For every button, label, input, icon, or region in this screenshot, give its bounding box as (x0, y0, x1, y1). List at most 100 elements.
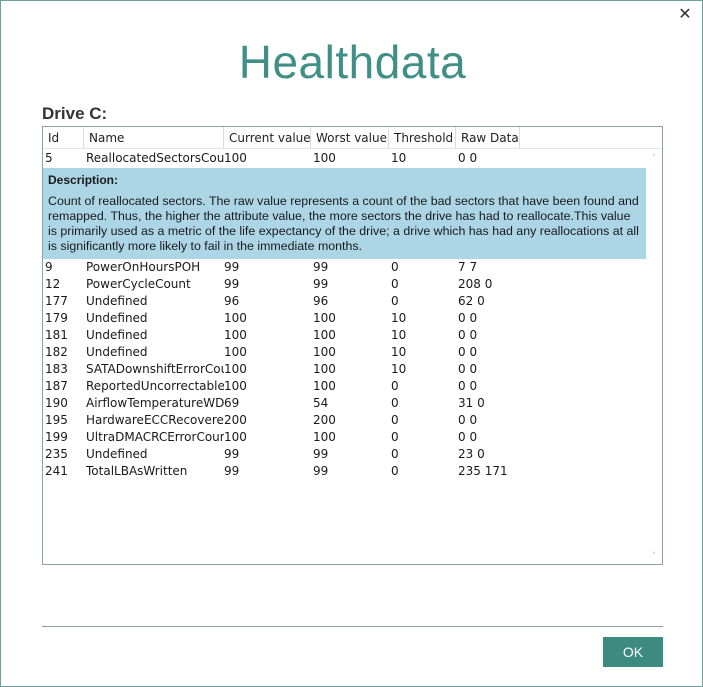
cell-threshold: 10 (391, 362, 407, 376)
column-header-current-value[interactable]: Current value (224, 127, 311, 149)
cell-current-value: 100 (224, 362, 247, 376)
cell-id: 177 (45, 294, 68, 308)
cell-id: 195 (45, 413, 68, 427)
row-description-panel: Description: Count of reallocated sector… (43, 168, 646, 259)
table-row[interactable]: 241 TotalLBAsWritten 99 99 0 235 171 (43, 463, 646, 480)
cell-id: 9 (45, 260, 53, 274)
vertical-scrollbar[interactable]: ˄ ˅ (646, 150, 662, 564)
cell-current-value: 69 (224, 396, 240, 410)
cell-threshold: 10 (391, 311, 407, 325)
cell-id: 182 (45, 345, 68, 359)
cell-threshold: 0 (391, 464, 399, 478)
table-row-selected[interactable]: 5 ReallocatedSectorsCount 100 100 10 0 0 (43, 150, 646, 168)
cell-id: 190 (45, 396, 68, 410)
table-row[interactable]: 181 Undefined 100 100 10 0 0 (43, 327, 646, 344)
column-header-name[interactable]: Name (84, 127, 224, 149)
description-text: Count of reallocated sectors. The raw va… (48, 194, 639, 253)
attribute-rows: 9 PowerOnHoursPOH 99 99 0 7 7 12 PowerCycleCoun… (43, 259, 646, 480)
grid-rows: 5 ReallocatedSectorsCount 100 100 10 0 0… (43, 150, 646, 480)
grid-header: Id Name Current value Worst value Thresh… (43, 127, 662, 149)
cell-threshold: 10 (391, 151, 407, 165)
column-header-id[interactable]: Id (43, 127, 84, 149)
table-row[interactable]: 9 PowerOnHoursPOH 99 99 0 7 7 (43, 259, 646, 276)
cell-id: 199 (45, 430, 68, 444)
cell-threshold: 0 (391, 430, 399, 444)
drive-label: Drive C: (42, 104, 108, 123)
cell-raw-data: 235 171 (458, 464, 508, 478)
cell-name: PowerCycleCount (86, 277, 191, 291)
cell-raw-data: 23 0 (458, 447, 485, 461)
cell-raw-data: 62 0 (458, 294, 485, 308)
cell-name: AirflowTemperatureWDC (86, 396, 224, 410)
cell-name: ReallocatedSectorsCount (86, 151, 224, 165)
cell-raw-data: 0 0 (458, 311, 478, 325)
cell-threshold: 0 (391, 379, 399, 393)
table-row[interactable]: 195 HardwareECCRecovered 200 200 0 0 0 (43, 412, 646, 429)
cell-name: Undefined (86, 345, 148, 359)
cell-id: 235 (45, 447, 68, 461)
smart-attributes-grid[interactable]: Id Name Current value Worst value Thresh… (42, 126, 663, 565)
cell-current-value: 99 (224, 447, 240, 461)
cell-current-value: 100 (224, 151, 247, 165)
cell-threshold: 0 (391, 277, 399, 291)
cell-current-value: 100 (224, 379, 247, 393)
cell-current-value: 96 (224, 294, 240, 308)
scroll-up-icon[interactable]: ˄ (649, 154, 659, 164)
cell-name: Undefined (86, 447, 148, 461)
cell-worst-value: 100 (313, 430, 336, 444)
cell-current-value: 100 (224, 430, 247, 444)
cell-current-value: 200 (224, 413, 247, 427)
cell-worst-value: 54 (313, 396, 329, 410)
cell-name: ReportedUncorrectableErrors (86, 379, 224, 393)
cell-worst-value: 100 (313, 345, 336, 359)
cell-id: 12 (45, 277, 61, 291)
scroll-down-icon[interactable]: ˅ (649, 552, 659, 562)
table-row[interactable]: 12 PowerCycleCount 99 99 0 208 0 (43, 276, 646, 293)
footer-divider (42, 626, 663, 627)
cell-worst-value: 100 (313, 379, 336, 393)
table-row[interactable]: 177 Undefined 96 96 0 62 0 (43, 293, 646, 310)
cell-raw-data: 31 0 (458, 396, 485, 410)
table-row[interactable]: 190 AirflowTemperatureWDC 69 54 0 31 0 (43, 395, 646, 412)
cell-raw-data: 0 0 (458, 151, 478, 165)
cell-name: SATADownshiftErrorCount (86, 362, 224, 376)
column-header-threshold[interactable]: Threshold (389, 127, 456, 149)
table-row[interactable]: 183SATADownshiftErrorCount100100100 0 (43, 361, 646, 378)
column-header-raw-data[interactable]: Raw Data (456, 127, 520, 149)
table-row[interactable]: 182 Undefined 100 100 10 0 0 (43, 344, 646, 361)
cell-threshold: 0 (391, 396, 399, 410)
cell-current-value: 100 (224, 345, 247, 359)
table-row[interactable]: 199 UltraDMACRCErrorCount 100 100 0 0 0 (43, 429, 646, 446)
cell-name: UltraDMACRCErrorCount (86, 430, 224, 444)
cell-current-value: 100 (224, 311, 247, 325)
cell-threshold: 0 (391, 260, 399, 274)
healthdata-dialog: ✕ Healthdata Drive C: Id Name Current va… (0, 0, 703, 687)
cell-name: Undefined (86, 328, 148, 342)
cell-threshold: 0 (391, 413, 399, 427)
cell-name: Undefined (86, 294, 148, 308)
cell-worst-value: 99 (313, 447, 329, 461)
cell-threshold: 0 (391, 294, 399, 308)
cell-threshold: 10 (391, 345, 407, 359)
cell-name: Undefined (86, 311, 148, 325)
cell-id: 5 (45, 151, 53, 165)
cell-worst-value: 96 (313, 294, 329, 308)
cell-worst-value: 99 (313, 260, 329, 274)
cell-id: 179 (45, 311, 68, 325)
cell-current-value: 99 (224, 464, 240, 478)
close-icon[interactable]: ✕ (676, 5, 694, 23)
cell-worst-value: 100 (313, 362, 336, 376)
cell-id: 241 (45, 464, 68, 478)
table-row[interactable]: 187ReportedUncorrectableErrors10010000 0 (43, 378, 646, 395)
cell-name: TotalLBAsWritten (86, 464, 188, 478)
cell-current-value: 99 (224, 277, 240, 291)
cell-id: 187 (45, 379, 68, 393)
cell-raw-data: 0 0 (458, 413, 478, 427)
column-header-worst-value[interactable]: Worst value (311, 127, 389, 149)
cell-id: 183 (45, 362, 68, 376)
ok-button[interactable]: OK (603, 637, 663, 667)
table-row[interactable]: 179 Undefined 100 100 10 0 0 (43, 310, 646, 327)
table-row[interactable]: 235 Undefined 99 99 0 23 0 (43, 446, 646, 463)
cell-raw-data: 0 0 (458, 345, 478, 359)
dialog-title: Healthdata (238, 36, 467, 88)
